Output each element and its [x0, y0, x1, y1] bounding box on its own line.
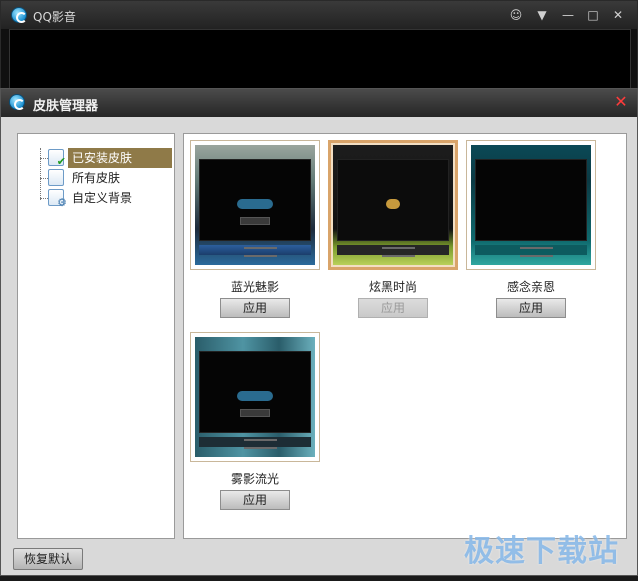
qq-player-logo-icon — [9, 94, 25, 110]
skin-name: 蓝光魅影 — [230, 280, 279, 294]
skins-grid: 蓝光魅影 应用 炫黑时尚 应用 感念亲恩 应用 雾影流光 应用 — [183, 133, 627, 539]
chat-icon[interactable]: ☺ — [509, 8, 523, 22]
skin-category-tree: ✔ 已安装皮肤 所有皮肤 ⚙ 自定义背景 — [17, 133, 175, 539]
apply-button: 应用 — [358, 298, 428, 318]
minimize-icon[interactable]: — — [561, 8, 575, 22]
player-titlebar: QQ影音 ☺ ▼ — □ ✕ — [1, 1, 637, 29]
skin-card: 感念亲恩 应用 — [466, 140, 596, 320]
skin-preview-image — [333, 145, 453, 265]
close-icon[interactable]: ✕ — [611, 8, 625, 22]
site-watermark: 极速下载站 — [464, 534, 619, 569]
skin-card: 炫黑时尚 应用 — [328, 140, 458, 320]
skin-manager-dialog: 皮肤管理器 ✕ ✔ 已安装皮肤 所有皮肤 ⚙ 自定义背景 蓝光魅影 应用 炫黑时… — [0, 88, 638, 576]
dialog-content: ✔ 已安装皮肤 所有皮肤 ⚙ 自定义背景 蓝光魅影 应用 炫黑时尚 应用 感念亲… — [15, 129, 627, 581]
apply-button[interactable]: 应用 — [496, 298, 566, 318]
player-window: QQ影音 ☺ ▼ — □ ✕ — [0, 0, 638, 92]
tree-item-all-skins[interactable]: 所有皮肤 — [40, 168, 172, 188]
restore-defaults-button[interactable]: 恢复默认 — [13, 548, 83, 570]
skin-preview-image — [195, 145, 315, 265]
tree-item-label: 所有皮肤 — [72, 171, 121, 185]
skin-card: 蓝光魅影 应用 — [190, 140, 320, 320]
skin-card: 雾影流光 应用 — [190, 332, 320, 512]
apply-button[interactable]: 应用 — [220, 490, 290, 510]
tree-item-label: 已安装皮肤 — [68, 148, 172, 168]
dialog-titlebar[interactable]: 皮肤管理器 ✕ — [1, 89, 637, 117]
skin-name: 炫黑时尚 — [368, 280, 417, 294]
maximize-icon[interactable]: □ — [586, 8, 600, 22]
tree-item-custom-background[interactable]: ⚙ 自定义背景 — [40, 188, 172, 209]
dialog-title: 皮肤管理器 — [33, 99, 99, 114]
tree-item-label: 自定义背景 — [72, 191, 133, 205]
player-video-area — [9, 29, 631, 89]
skin-preview-image — [195, 337, 315, 457]
apply-button[interactable]: 应用 — [220, 298, 290, 318]
skin-thumbnail[interactable] — [466, 140, 596, 270]
custom-background-icon: ⚙ — [48, 189, 67, 209]
all-skins-icon — [48, 169, 64, 186]
tree-item-installed-skins[interactable]: ✔ 已安装皮肤 — [40, 148, 172, 168]
installed-skin-icon: ✔ — [48, 149, 66, 168]
qq-player-logo-icon — [11, 7, 27, 23]
player-title: QQ影音 — [33, 10, 76, 24]
dialog-close-icon[interactable]: ✕ — [613, 94, 629, 110]
skin-thumbnail[interactable] — [190, 332, 320, 462]
menu-icon[interactable]: ▼ — [535, 8, 549, 22]
skin-name: 感念亲恩 — [506, 280, 555, 294]
skin-preview-image — [471, 145, 591, 265]
skin-thumbnail[interactable] — [328, 140, 458, 270]
skin-thumbnail[interactable] — [190, 140, 320, 270]
skin-name: 雾影流光 — [230, 472, 279, 486]
